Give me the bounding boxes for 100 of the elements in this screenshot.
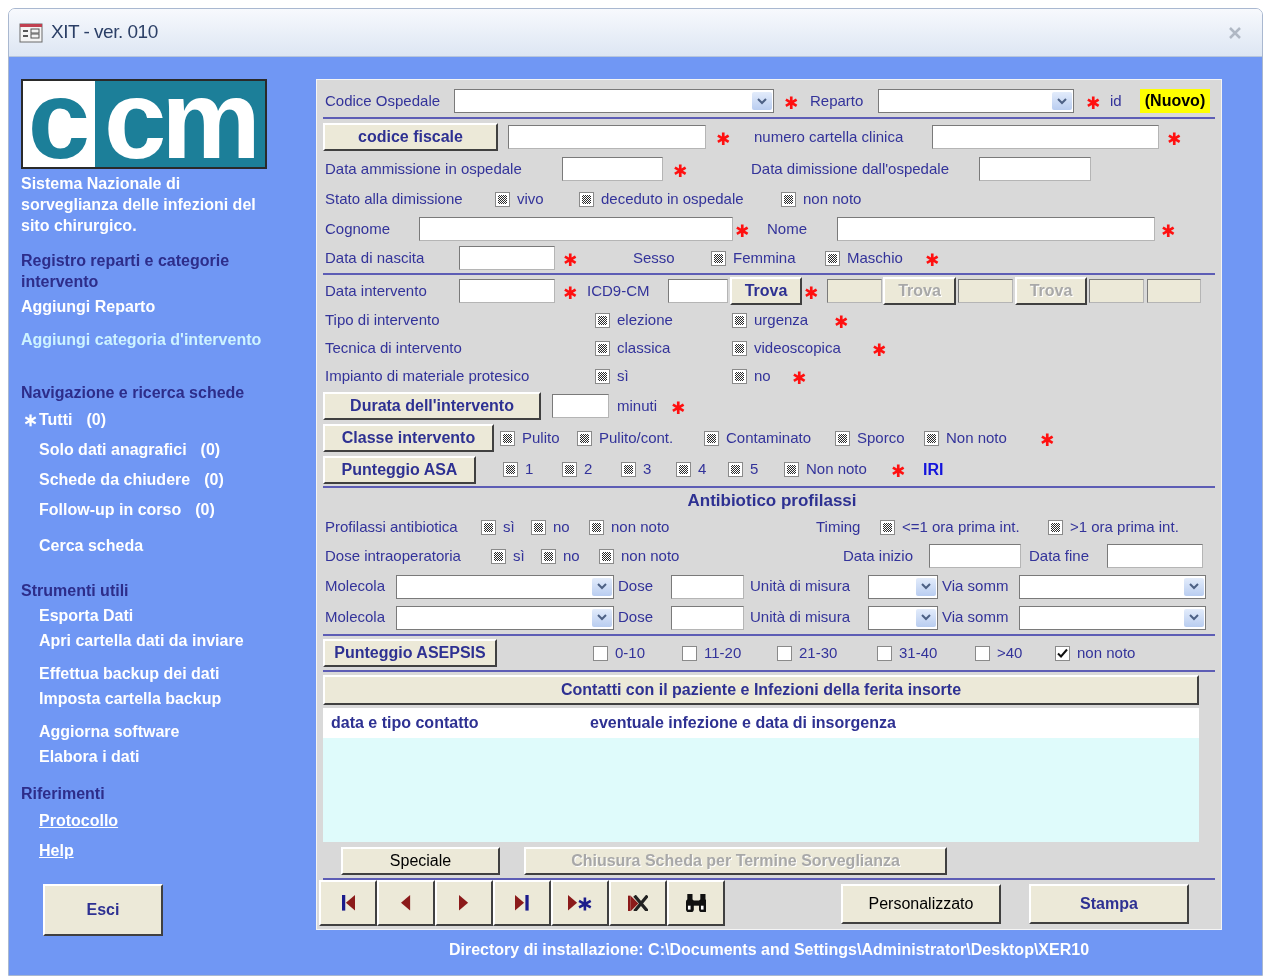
nav-link[interactable]: Effettua backup dei dati (39, 661, 220, 686)
checkbox[interactable] (481, 519, 496, 535)
checkbox[interactable] (1048, 519, 1063, 535)
text-field[interactable] (929, 544, 1021, 568)
checkbox[interactable] (682, 645, 697, 661)
link[interactable]: Help (39, 839, 74, 863)
checkbox[interactable] (577, 430, 592, 446)
link[interactable]: Protocollo (39, 809, 119, 833)
section-heading: Strumenti utili (21, 581, 130, 601)
dropdown-field[interactable] (454, 89, 774, 113)
checkbox[interactable] (531, 519, 546, 535)
nav-link[interactable]: Follow-up in corso (39, 498, 182, 522)
dropdown-field[interactable] (396, 574, 614, 599)
text-field[interactable] (508, 125, 706, 149)
dropdown-field[interactable] (868, 605, 938, 630)
checkbox[interactable] (491, 548, 506, 564)
checkbox[interactable] (732, 340, 747, 356)
checkbox[interactable] (728, 462, 743, 477)
install-directory-text: Directory di installazione: C:\Documents and Settings\Administrator\Desktop\XER10 (447, 940, 1091, 960)
checkbox[interactable] (835, 430, 850, 446)
checkbox[interactable] (503, 462, 518, 477)
checkbox[interactable] (777, 645, 792, 661)
text-field[interactable] (668, 279, 728, 303)
checkbox[interactable] (676, 462, 691, 477)
checkbox[interactable] (500, 430, 515, 446)
checkbox[interactable] (711, 250, 726, 266)
checkbox[interactable] (880, 519, 895, 535)
navigation-button[interactable] (667, 880, 725, 926)
text-field[interactable] (459, 279, 555, 303)
button[interactable]: Personalizzato (841, 884, 1001, 924)
required-asterisk: ✱ (1084, 94, 1102, 112)
navigation-button[interactable] (551, 880, 609, 926)
dropdown-field[interactable] (396, 605, 614, 630)
nav-link[interactable]: Aggiorna software (39, 719, 180, 744)
text-field[interactable] (459, 246, 555, 270)
button[interactable]: Punteggio ASA (323, 455, 476, 484)
button[interactable]: Trova (730, 277, 802, 305)
dropdown-field[interactable] (1019, 605, 1206, 630)
button[interactable]: Speciale (341, 847, 500, 875)
navigation-button[interactable] (319, 880, 377, 926)
checkbox[interactable] (732, 368, 747, 384)
checkbox[interactable] (781, 191, 796, 207)
checkbox[interactable] (579, 191, 594, 207)
checkbox[interactable] (595, 368, 610, 384)
button[interactable]: codice fiscale (323, 123, 498, 151)
checkbox[interactable] (784, 462, 799, 477)
nav-link[interactable]: Elabora i dati (39, 744, 140, 769)
nav-link[interactable]: Solo dati anagrafici (39, 438, 187, 462)
nav-link[interactable]: Aggiungi Reparto (21, 294, 156, 319)
checkbox[interactable] (595, 312, 610, 328)
checkbox[interactable] (595, 340, 610, 356)
text-field[interactable] (419, 217, 733, 241)
nav-link[interactable]: Esporta Dati (39, 603, 134, 628)
checkbox[interactable] (541, 548, 556, 564)
checkbox[interactable] (621, 462, 636, 477)
nav-link[interactable]: Imposta cartella backup (39, 686, 222, 711)
checkbox[interactable] (1055, 645, 1070, 661)
checkbox[interactable] (599, 548, 614, 564)
dropdown-field[interactable] (868, 574, 938, 599)
button[interactable]: Classe intervento (323, 424, 494, 452)
button[interactable]: Durata dell'intervento (323, 392, 541, 420)
link[interactable]: IRI (923, 457, 963, 482)
checkbox[interactable] (495, 191, 510, 207)
dropdown-field[interactable] (878, 89, 1074, 113)
text-field[interactable] (1107, 544, 1203, 568)
text-field[interactable] (837, 217, 1155, 241)
nav-link[interactable]: Cerca scheda (39, 533, 144, 558)
checkbox[interactable] (924, 430, 939, 446)
checkbox[interactable] (589, 519, 604, 535)
text-field[interactable] (671, 605, 744, 630)
text-field[interactable] (979, 157, 1091, 181)
section-button[interactable]: Contatti con il paziente e Infezioni della ferita insorte (323, 675, 1199, 705)
required-asterisk: ✱ (870, 341, 888, 359)
dropdown-field[interactable] (1019, 574, 1206, 599)
chevron-down-icon (921, 583, 931, 590)
navigation-button[interactable] (377, 880, 435, 926)
nav-link[interactable]: Tutti (39, 408, 73, 432)
text-field[interactable] (562, 157, 663, 181)
navigation-button[interactable] (435, 880, 493, 926)
checkbox[interactable] (704, 430, 719, 446)
required-asterisk: ✱ (1165, 130, 1183, 148)
text-field[interactable] (932, 125, 1159, 149)
checkbox[interactable] (975, 645, 990, 661)
field-label: Molecola (325, 607, 387, 628)
checkbox[interactable] (877, 645, 892, 661)
checkbox[interactable] (825, 250, 840, 266)
navigation-button[interactable] (609, 880, 667, 926)
button[interactable]: Punteggio ASEPSIS (323, 639, 497, 667)
field-label: Cognome (325, 218, 392, 239)
nav-link[interactable]: Apri cartella dati da inviare (39, 628, 244, 653)
navigation-button[interactable] (493, 880, 551, 926)
checkbox[interactable] (562, 462, 577, 477)
checkbox[interactable] (732, 312, 747, 328)
exit-button[interactable]: Esci (43, 884, 163, 936)
text-field[interactable] (671, 574, 744, 599)
nav-link[interactable]: Schede da chiudere (39, 468, 191, 492)
nav-link[interactable]: Aggiungi categoria d'intervento (21, 327, 262, 352)
button[interactable]: Stampa (1029, 884, 1189, 924)
checkbox[interactable] (593, 645, 608, 661)
text-field[interactable] (552, 394, 609, 418)
